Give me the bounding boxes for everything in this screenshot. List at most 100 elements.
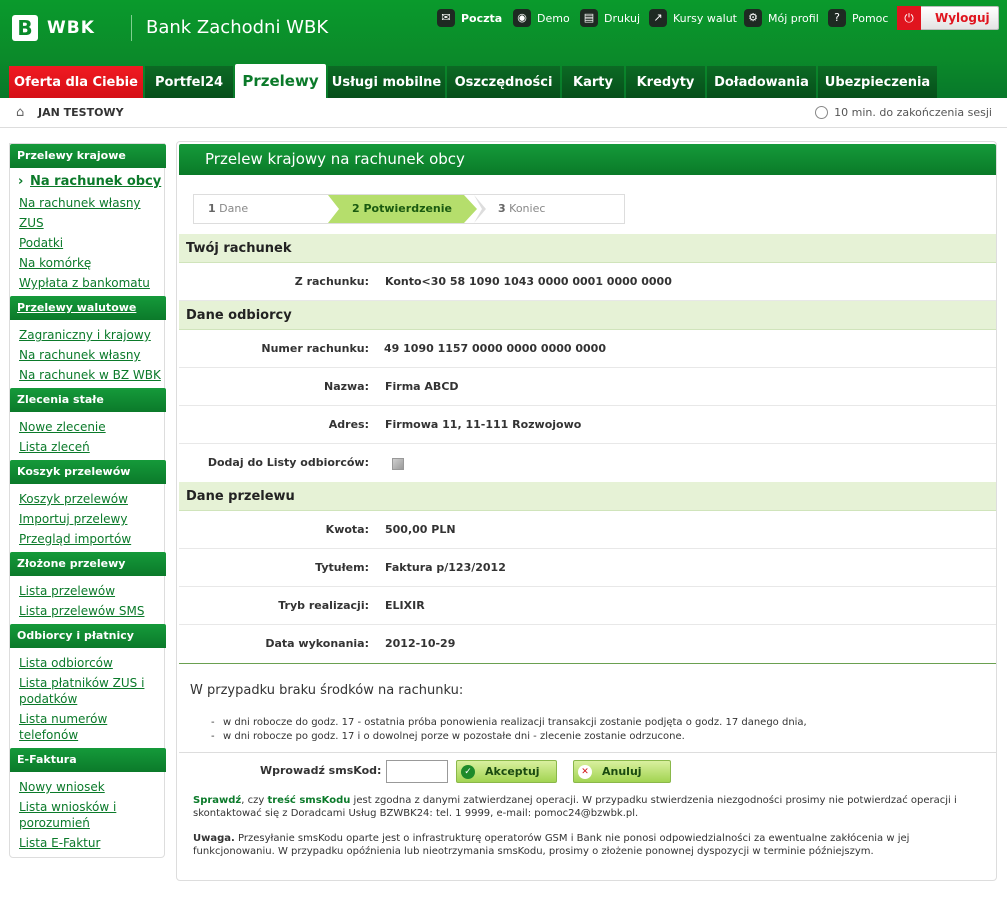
step-2-label: Potwierdzenie <box>363 202 453 215</box>
date-value: 2012-10-29 <box>385 637 456 650</box>
sms-code-input[interactable] <box>386 760 448 783</box>
cancel-button[interactable]: ✕ Anuluj <box>573 760 671 783</box>
title-label: Tytułem: <box>315 561 369 574</box>
sidebar-item-order-list[interactable]: Lista zleceń <box>19 439 90 455</box>
sidebar-item-foreign-account[interactable]: › Na rachunek obcy <box>18 174 162 190</box>
exchange-rates-link[interactable]: ↗ Kursy walut <box>649 8 737 28</box>
step-1-label: Dane <box>219 202 249 215</box>
step-3-label: Koniec <box>509 202 546 215</box>
section-transfer: Dane przelewu <box>179 482 996 511</box>
sidebar-item-taxes[interactable]: Podatki <box>19 235 63 251</box>
tab-savings[interactable]: Oszczędności <box>447 66 560 98</box>
help-label: Pomoc <box>852 11 889 25</box>
bullet-dash: - <box>211 717 215 728</box>
profile-link[interactable]: ⚙ Mój profil <box>744 8 819 28</box>
step-2: 2 Potwierdzenie <box>352 195 452 223</box>
sidebar-section-domestic: Przelewy krajowe <box>10 144 166 168</box>
logout-button[interactable]: ⏻ Wyloguj <box>897 6 999 30</box>
check-icon: ✓ <box>461 764 475 779</box>
sidebar-item-sms-list[interactable]: Lista przelewów SMS <box>19 603 144 619</box>
demo-link[interactable]: ◉ Demo <box>513 8 570 28</box>
mail-icon: ✉ <box>437 9 455 27</box>
sidebar-item-label: Na rachunek obcy <box>30 174 162 189</box>
warning-notice-label: Uwaga. <box>193 833 235 844</box>
print-label: Drukuj <box>604 11 641 25</box>
mail-link[interactable]: ✉ Poczta <box>437 8 502 28</box>
tab-insurance[interactable]: Ubezpieczenia <box>818 66 937 98</box>
add-to-list-checkbox[interactable] <box>392 458 404 470</box>
cancel-icon: ✕ <box>578 764 592 779</box>
mode-label: Tryb realizacji: <box>278 599 369 612</box>
date-label: Data wykonania: <box>265 637 369 650</box>
sidebar-section-currency[interactable]: Przelewy walutowe <box>10 296 166 320</box>
tab-loans[interactable]: Kredyty <box>626 66 705 98</box>
sidebar-item-foreign[interactable]: Zagraniczny i krajowy <box>19 327 151 343</box>
tab-portfel24[interactable]: Portfel24 <box>145 66 233 98</box>
sidebar-item-atm[interactable]: Wypłata z bankomatu <box>19 275 150 291</box>
tab-transfers[interactable]: Przelewy <box>235 64 326 98</box>
demo-label: Demo <box>537 11 570 25</box>
step-3-num: 3 <box>498 202 506 215</box>
warning-notice-text: Przesyłanie smsKodu oparte jest o infras… <box>193 833 910 857</box>
sidebar-section-standing: Zlecenia stałe <box>10 388 166 412</box>
row-title: Tytułem: Faktura p/123/2012 <box>179 549 996 587</box>
profile-label: Mój profil <box>768 11 819 25</box>
from-account-value: Konto<30 58 1090 1043 0000 0001 0000 000… <box>385 275 672 288</box>
sidebar-item-new-request[interactable]: Nowy wniosek <box>19 779 105 795</box>
tab-cards[interactable]: Karty <box>562 66 624 98</box>
step-3: 3 Koniec <box>498 195 545 223</box>
header: B WBK Bank Zachodni WBK ✉ Poczta ◉ Demo … <box>0 0 1007 98</box>
sidebar-section-submitted: Złożone przelewy <box>10 552 166 576</box>
sms-code-label: Wprowadź smsKod: <box>260 764 382 777</box>
logout-label: Wyloguj <box>935 11 990 25</box>
main-nav: Oferta dla Ciebie Portfel24 Przelewy Usł… <box>9 64 939 98</box>
sidebar-item-new-order[interactable]: Nowe zlecenie <box>19 419 106 435</box>
accept-button[interactable]: ✓ Akceptuj <box>456 760 557 783</box>
sidebar-item-bzwbk[interactable]: Na rachunek w BZ WBK <box>19 367 161 383</box>
bank-name: Bank Zachodni WBK <box>146 17 329 38</box>
cancel-label: Anuluj <box>602 765 642 778</box>
sidebar-item-imports-review[interactable]: Przegląd importów <box>19 531 131 547</box>
tab-topups[interactable]: Doładowania <box>707 66 816 98</box>
recipient-name-label: Nazwa: <box>323 380 369 393</box>
row-amount: Kwota: 500,00 PLN <box>179 511 996 549</box>
title-value: Faktura p/123/2012 <box>385 561 506 574</box>
print-icon: ▤ <box>580 9 598 27</box>
tab-mobile[interactable]: Usługi mobilne <box>328 66 445 98</box>
sidebar-item-phones-2[interactable]: telefonów <box>19 727 78 743</box>
demo-icon: ◉ <box>513 9 531 27</box>
profile-icon: ⚙ <box>744 9 762 27</box>
step-1: 1 Dane <box>208 195 248 223</box>
section-your-account: Twój rachunek <box>179 234 996 263</box>
help-link[interactable]: ? Pomoc <box>828 8 888 28</box>
sidebar-item-zus[interactable]: ZUS <box>19 215 44 231</box>
sms-divider <box>179 752 996 753</box>
sidebar-section-recipients: Odbiorcy i płatnicy <box>10 624 166 648</box>
sidebar-item-payers-2[interactable]: podatków <box>19 691 77 707</box>
sidebar-item-mobile[interactable]: Na komórkę <box>19 255 91 271</box>
mode-value: ELIXIR <box>385 599 425 612</box>
sidebar-item-phones-1[interactable]: Lista numerów <box>19 711 107 727</box>
sidebar-item-import[interactable]: Importuj przelewy <box>19 511 127 527</box>
logo-mark[interactable]: B <box>12 15 38 41</box>
sidebar-item-own-currency[interactable]: Na rachunek własny <box>19 347 141 363</box>
warning-notice: Uwaga. Przesyłanie smsKodu oparte jest o… <box>193 832 993 858</box>
sidebar-item-own-account[interactable]: Na rachunek własny <box>19 195 141 211</box>
amount-label: Kwota: <box>325 523 369 536</box>
tab-offer[interactable]: Oferta dla Ciebie <box>9 66 143 98</box>
bullet-dash: - <box>211 731 215 742</box>
sidebar-item-payers-1[interactable]: Lista płatników ZUS i <box>19 675 144 691</box>
sidebar-item-requests-2[interactable]: porozumień <box>19 815 90 831</box>
user-icon: ⌂ <box>16 105 25 120</box>
sidebar-item-recipients[interactable]: Lista odbiorców <box>19 655 113 671</box>
clock-icon <box>815 106 829 119</box>
warning-bullet-1: - w dni robocze do godz. 17 - ostatnia p… <box>211 717 807 728</box>
sidebar-item-basket[interactable]: Koszyk przelewów <box>19 491 128 507</box>
sidebar-item-efaktury[interactable]: Lista E-Faktur <box>19 835 100 851</box>
sidebar-item-transfer-list[interactable]: Lista przelewów <box>19 583 115 599</box>
sidebar-item-requests-1[interactable]: Lista wniosków i <box>19 799 116 815</box>
step-1-num: 1 <box>208 202 216 215</box>
verify-word: Sprawdź <box>193 795 242 806</box>
print-link[interactable]: ▤ Drukuj <box>580 8 640 28</box>
logo-text: WBK <box>47 18 95 38</box>
